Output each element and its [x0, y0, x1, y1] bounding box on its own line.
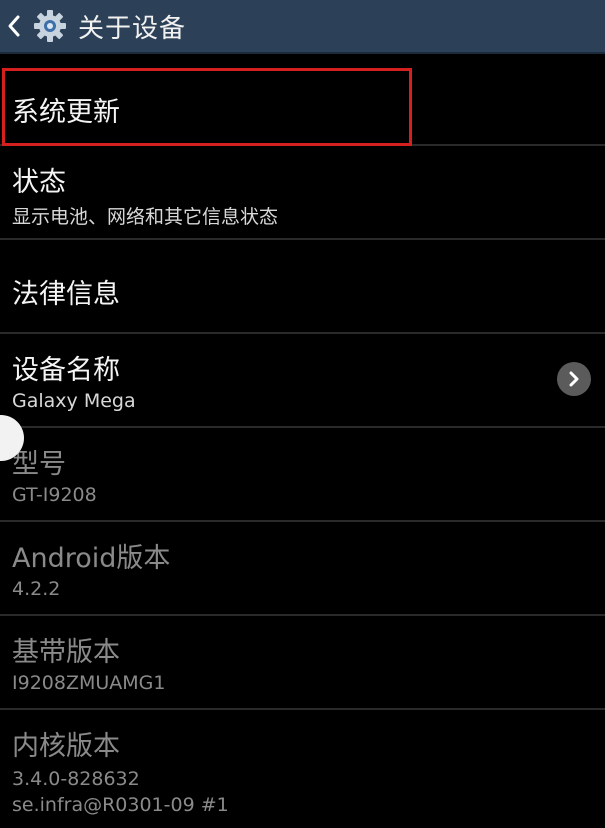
list-item-android-version: Android版本 4.2.2	[0, 522, 605, 616]
settings-list: 系统更新 状态 显示电池、网络和其它信息状态 法律信息 设备名称 Galaxy …	[0, 58, 605, 828]
action-bar: 关于设备	[0, 0, 605, 54]
page-title: 关于设备	[78, 13, 187, 44]
item-subtitle: GT-I9208	[12, 484, 97, 506]
item-subtitle: 显示电池、网络和其它信息状态	[12, 206, 279, 228]
gear-icon[interactable]	[30, 6, 70, 46]
list-item-baseband-version: 基带版本 I9208ZMUAMG1	[0, 616, 605, 710]
list-item-kernel-version: 内核版本 3.4.0-828632 se.infra@R0301-09 #1	[0, 710, 605, 828]
item-title: 基带版本	[12, 637, 120, 668]
item-subtitle: I9208ZMUAMG1	[12, 672, 166, 694]
item-title: 内核版本	[12, 731, 120, 762]
list-item-device-name[interactable]: 设备名称 Galaxy Mega	[0, 334, 605, 428]
list-item-legal-info[interactable]: 法律信息	[0, 240, 605, 334]
list-item-model: 型号 GT-I9208	[0, 428, 605, 522]
chevron-left-icon[interactable]	[4, 14, 24, 38]
item-title: Android版本	[12, 543, 171, 574]
item-subtitle-line2: se.infra@R0301-09 #1	[12, 794, 229, 816]
list-item-status[interactable]: 状态 显示电池、网络和其它信息状态	[0, 146, 605, 240]
item-title: 状态	[12, 167, 66, 198]
list-item-system-update[interactable]: 系统更新	[0, 58, 605, 146]
item-subtitle-line1: 3.4.0-828632	[12, 768, 140, 790]
item-title: 设备名称	[12, 355, 120, 386]
item-title: 系统更新	[12, 97, 120, 128]
item-title: 法律信息	[12, 279, 120, 310]
item-subtitle: Galaxy Mega	[12, 390, 136, 412]
item-subtitle: 4.2.2	[12, 578, 61, 600]
chevron-right-icon[interactable]	[557, 362, 591, 396]
